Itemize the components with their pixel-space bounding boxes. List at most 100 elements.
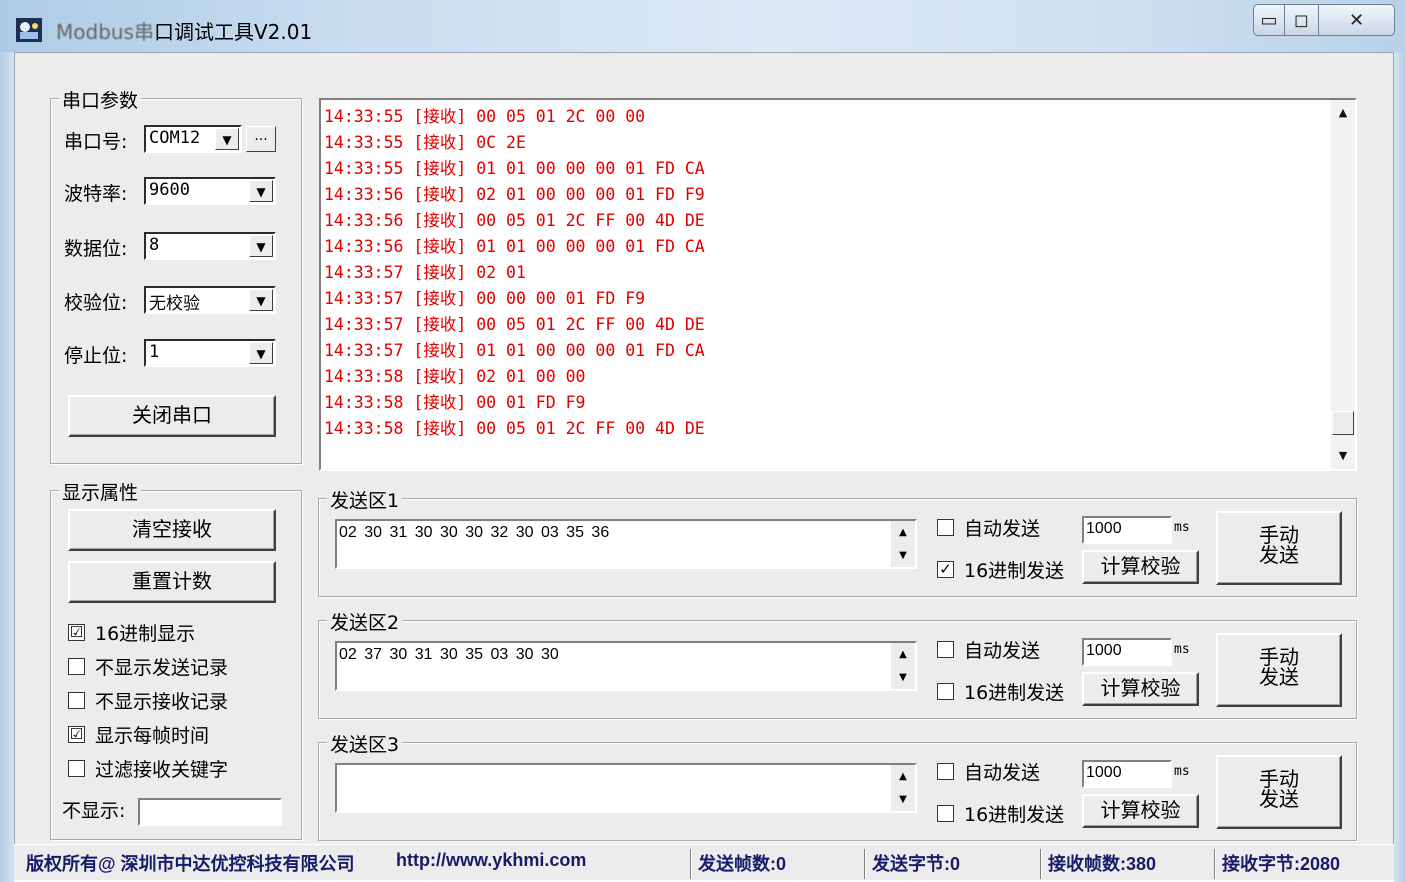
calc-checksum-2-button[interactable]: 计算校验	[1082, 672, 1199, 706]
auto-send-3-checkbox[interactable]: 自动发送	[937, 758, 1040, 785]
window-frame-right	[1394, 52, 1405, 882]
manual-send-2-button[interactable]: 手动 发送	[1216, 633, 1342, 707]
reset-count-button[interactable]: 重置计数	[68, 561, 276, 603]
scroll-up-icon[interactable]: ▲	[1331, 102, 1355, 124]
received-frames-count: 接收帧数:380	[1048, 854, 1157, 874]
scroll-down-icon[interactable]: ▼	[891, 666, 915, 689]
chevron-down-icon[interactable]: ▼	[249, 235, 273, 257]
receive-log: 14:33:55 [接收] 00 05 01 2C 00 00 14:33:55…	[324, 104, 1324, 442]
receive-line: 14:33:57 [接收] 00 00 00 01 FD F9	[324, 289, 646, 308]
hex-send-3-checkbox[interactable]: 16进制发送	[937, 800, 1064, 827]
hide-receive-log-checkbox[interactable]: 不显示接收记录	[68, 687, 228, 714]
checkbox-icon[interactable]	[937, 683, 954, 700]
chevron-down-icon[interactable]: ▼	[249, 342, 273, 364]
port-browse-button[interactable]: ...	[246, 126, 276, 152]
minimize-button[interactable]: ▭	[1253, 4, 1285, 36]
interval-3-input[interactable]: 1000	[1082, 760, 1172, 788]
send-area-1-scrollbar[interactable]: ▲ ▼	[891, 521, 915, 567]
client-area: 串口参数 串口号: COM12 ▼ ... 波特率: 9600 ▼ 数据位: 8…	[14, 52, 1394, 878]
checkbox-icon[interactable]	[68, 658, 85, 675]
receive-line: 14:33:58 [接收] 00 01 FD F9	[324, 393, 586, 412]
show-frame-time-checkbox[interactable]: ☑ 显示每帧时间	[68, 721, 209, 748]
receive-line: 14:33:58 [接收] 00 05 01 2C FF 00 4D DE	[324, 419, 705, 438]
chevron-down-icon[interactable]: ▼	[249, 289, 273, 311]
data-bits-value: 8	[149, 235, 160, 255]
auto-send-1-checkbox[interactable]: 自动发送	[937, 514, 1040, 541]
close-icon: ✕	[1348, 9, 1365, 31]
website-link[interactable]: http://www.ykhmi.com	[396, 850, 586, 878]
data-bits-label: 数据位:	[64, 238, 128, 260]
checkbox-icon[interactable]: ☑	[68, 726, 85, 743]
auto-send-2-checkbox[interactable]: 自动发送	[937, 636, 1040, 663]
sent-frames-count: 发送帧数:0	[698, 854, 787, 874]
window-frame-left	[0, 52, 14, 882]
checkbox-icon[interactable]	[937, 805, 954, 822]
scroll-up-icon[interactable]: ▲	[891, 643, 915, 666]
close-port-button[interactable]: 关闭串口	[68, 395, 276, 437]
clear-receive-button[interactable]: 清空接收	[68, 509, 276, 551]
window-title: Modbus串口调试工具V2.01	[56, 20, 313, 44]
title-bar[interactable]: Modbus串口调试工具V2.01 ▭ ◻ ✕	[0, 0, 1405, 52]
parity-label: 校验位:	[64, 292, 128, 314]
receive-scrollbar[interactable]: ▲ ▼	[1331, 100, 1355, 469]
filter-keyword-checkbox[interactable]: 过滤接收关键字	[68, 755, 228, 782]
scroll-down-icon[interactable]: ▼	[1331, 445, 1355, 467]
sent-bytes-count: 发送字节:0	[872, 854, 961, 874]
send-area-2-scrollbar[interactable]: ▲ ▼	[891, 643, 915, 689]
send-area-2-input[interactable]: 02 37 30 31 30 35 03 30 30 ▲ ▼	[335, 641, 917, 691]
close-button[interactable]: ✕	[1319, 4, 1395, 36]
interval-2-input[interactable]: 1000	[1082, 638, 1172, 666]
parity-select[interactable]: 无校验 ▼	[144, 286, 276, 314]
scroll-up-icon[interactable]: ▲	[891, 765, 915, 788]
scroll-up-icon[interactable]: ▲	[891, 521, 915, 544]
checkbox-icon[interactable]: ☑	[68, 624, 85, 641]
calc-checksum-3-button[interactable]: 计算校验	[1082, 794, 1199, 828]
send-area-2-title: 发送区2	[327, 608, 403, 635]
checkbox-icon[interactable]	[68, 760, 85, 777]
manual-send-1-button[interactable]: 手动 发送	[1216, 511, 1342, 585]
hex-send-1-checkbox[interactable]: ✓ 16进制发送	[937, 556, 1064, 583]
receive-area[interactable]: 14:33:55 [接收] 00 05 01 2C 00 00 14:33:55…	[319, 98, 1357, 471]
send-area-3-title: 发送区3	[327, 730, 403, 757]
chevron-down-icon[interactable]: ▼	[215, 128, 239, 150]
status-bar: 版权所有@ 深圳市中达优控科技有限公司 http://www.ykhmi.com…	[14, 844, 1394, 880]
copyright-text: 版权所有@ 深圳市中达优控科技有限公司	[26, 854, 355, 874]
port-select[interactable]: COM12 ▼	[144, 125, 242, 153]
serial-params-group: 串口参数 串口号: COM12 ▼ ... 波特率: 9600 ▼ 数据位: 8…	[50, 86, 302, 464]
scroll-down-icon[interactable]: ▼	[891, 788, 915, 811]
checkbox-icon[interactable]	[937, 641, 954, 658]
checkbox-icon[interactable]: ✓	[937, 561, 954, 578]
interval-1-input[interactable]: 1000	[1082, 516, 1172, 544]
scroll-down-icon[interactable]: ▼	[891, 544, 915, 567]
baud-value: 9600	[149, 180, 190, 200]
interval-1-unit: ms	[1174, 520, 1190, 535]
receive-line: 14:33:56 [接收] 02 01 00 00 00 01 FD F9	[324, 185, 705, 204]
received-bytes-count: 接收字节:2080	[1222, 854, 1341, 874]
hide-send-log-checkbox[interactable]: 不显示发送记录	[68, 653, 228, 680]
send-area-1-input[interactable]: 02 30 31 30 30 30 32 30 03 35 36 ▲ ▼	[335, 519, 917, 569]
hide-keyword-input[interactable]	[138, 798, 282, 826]
checkbox-icon[interactable]	[937, 763, 954, 780]
send-area-3-input[interactable]: ▲ ▼	[335, 763, 917, 813]
status-divider	[1040, 849, 1042, 879]
hex-send-2-checkbox[interactable]: 16进制发送	[937, 678, 1064, 705]
maximize-icon: ◻	[1294, 9, 1309, 31]
send-area-1-title: 发送区1	[327, 486, 403, 513]
data-bits-select[interactable]: 8 ▼	[144, 232, 276, 260]
stop-bits-select[interactable]: 1 ▼	[144, 339, 276, 367]
receive-line: 14:33:55 [接收] 01 01 00 00 00 01 FD CA	[324, 159, 705, 178]
stop-bits-label: 停止位:	[64, 345, 128, 367]
serial-params-title: 串口参数	[59, 86, 142, 113]
maximize-button[interactable]: ◻	[1285, 4, 1319, 36]
receive-line: 14:33:56 [接收] 01 01 00 00 00 01 FD CA	[324, 237, 705, 256]
baud-select[interactable]: 9600 ▼	[144, 177, 276, 205]
scroll-thumb[interactable]	[1332, 411, 1354, 435]
hex-display-checkbox[interactable]: ☑ 16进制显示	[68, 619, 195, 646]
checkbox-icon[interactable]	[68, 692, 85, 709]
calc-checksum-1-button[interactable]: 计算校验	[1082, 550, 1199, 584]
manual-send-3-button[interactable]: 手动 发送	[1216, 755, 1342, 829]
checkbox-icon[interactable]	[937, 519, 954, 536]
chevron-down-icon[interactable]: ▼	[249, 180, 273, 202]
receive-line: 14:33:55 [接收] 00 05 01 2C 00 00	[324, 107, 646, 126]
send-area-3-scrollbar[interactable]: ▲ ▼	[891, 765, 915, 811]
